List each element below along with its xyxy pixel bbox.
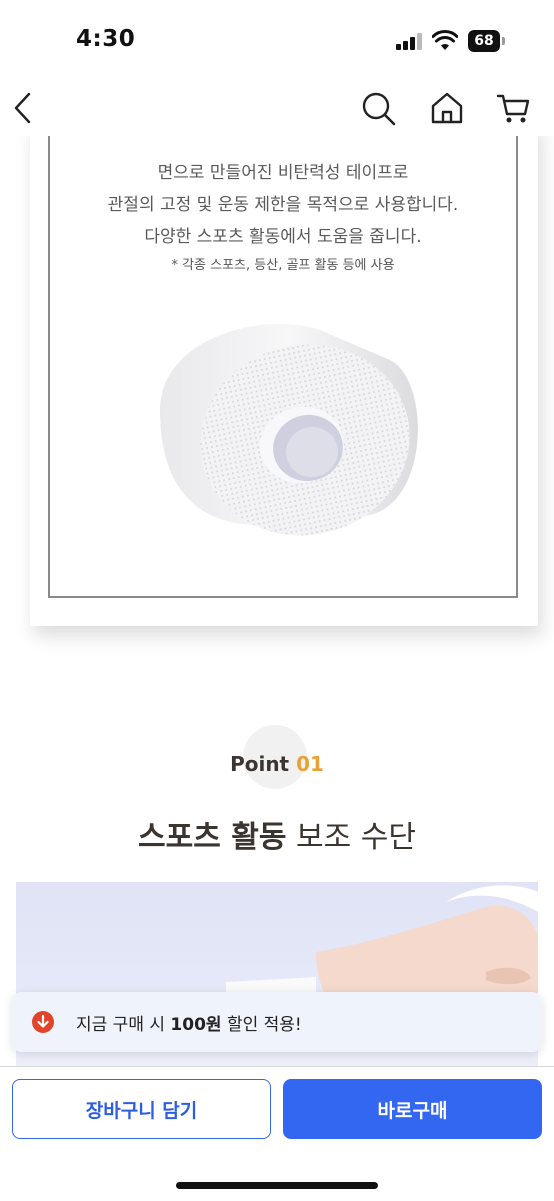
battery-level: 68 xyxy=(468,30,500,52)
add-to-cart-button[interactable]: 장바구니 담기 xyxy=(12,1079,271,1139)
toast-prefix: 지금 구매 시 xyxy=(76,1015,171,1035)
home-icon[interactable] xyxy=(425,86,469,130)
point-badge: Point 01 xyxy=(0,752,554,776)
headline-bold: 스포츠 활동 xyxy=(138,820,287,855)
home-indicator xyxy=(176,1182,378,1189)
battery-icon: 68 xyxy=(468,30,506,52)
product-desc-line1: 면으로 만들어진 비탄력성 테이프로 xyxy=(157,163,409,183)
discount-toast: 지금 구매 시 100원 할인 적용! xyxy=(12,992,542,1052)
headline-regular: 보조 수단 xyxy=(286,820,416,855)
search-icon[interactable] xyxy=(356,86,400,130)
point-number: 01 xyxy=(296,752,324,776)
status-bar: 4:30 68 xyxy=(0,0,554,80)
cart-icon[interactable] xyxy=(492,86,536,130)
product-desc-line3: 다양한 스포츠 활동에서 도움을 줍니다. xyxy=(144,227,422,247)
toast-amount: 100원 xyxy=(170,1015,222,1035)
section-headline: 스포츠 활동 보조 수단 xyxy=(0,812,554,856)
buy-now-button[interactable]: 바로구매 xyxy=(283,1079,542,1139)
down-arrow-icon xyxy=(32,1011,54,1033)
nav-bar xyxy=(0,80,554,136)
point-label-text: Point xyxy=(230,752,290,776)
product-desc-note: * 각종 스포츠, 등산, 골프 활동 등에 사용 xyxy=(171,258,395,273)
toast-message: 지금 구매 시 100원 할인 적용! xyxy=(76,1010,302,1035)
toast-suffix: 할인 적용! xyxy=(221,1015,302,1035)
status-time: 4:30 xyxy=(76,26,136,52)
bottom-action-bar: 장바구니 담기 바로구매 xyxy=(0,1066,554,1201)
back-icon[interactable] xyxy=(2,86,46,130)
signal-icon xyxy=(396,33,422,50)
product-desc-line2: 관절의 고정 및 운동 제한을 목적으로 사용합니다. xyxy=(107,195,459,215)
tape-roll-image xyxy=(160,323,418,536)
wifi-icon xyxy=(432,30,458,50)
